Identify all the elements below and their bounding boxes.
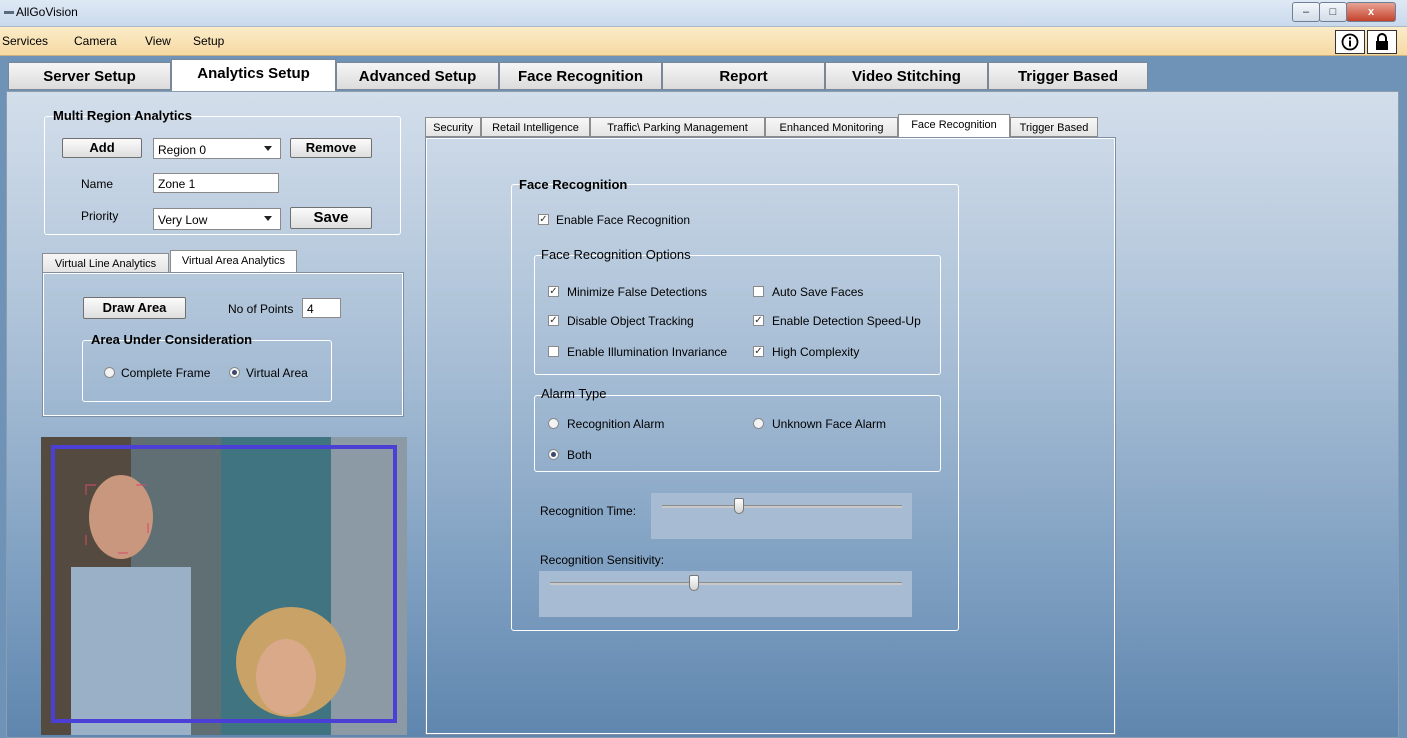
tab-video-stitching[interactable]: Video Stitching bbox=[825, 62, 988, 90]
recognition-sensitivity-track bbox=[550, 582, 902, 585]
recognition-time-track bbox=[662, 505, 902, 508]
tab-analytics-setup[interactable]: Analytics Setup bbox=[171, 59, 336, 91]
menu-camera[interactable]: Camera bbox=[74, 34, 117, 48]
minimize-false-detections-checkbox[interactable]: ✓ bbox=[548, 286, 559, 297]
remove-region-button[interactable]: Remove bbox=[290, 138, 372, 158]
draw-area-button[interactable]: Draw Area bbox=[83, 297, 186, 319]
auto-save-faces-checkbox[interactable] bbox=[753, 286, 764, 297]
illumination-invariance-label: Enable Illumination Invariance bbox=[567, 345, 728, 359]
both-alarm-label: Both bbox=[567, 448, 592, 462]
zone-name-field[interactable]: Zone 1 bbox=[153, 173, 279, 193]
virtual-area-label: Virtual Area bbox=[246, 366, 308, 380]
tab-security[interactable]: Security bbox=[425, 117, 481, 137]
recognition-alarm-radio[interactable] bbox=[548, 418, 559, 429]
window-title: AllGoVision bbox=[16, 5, 78, 19]
face-recognition-title: Face Recognition bbox=[519, 177, 628, 192]
tab-virtual-area-analytics[interactable]: Virtual Area Analytics bbox=[170, 250, 297, 273]
tab-report[interactable]: Report bbox=[662, 62, 825, 90]
tab-enhanced-monitoring[interactable]: Enhanced Monitoring bbox=[765, 117, 898, 137]
recognition-time-label: Recognition Time: bbox=[540, 504, 637, 518]
region-select-value: Region 0 bbox=[158, 143, 207, 157]
recognition-sensitivity-label: Recognition Sensitivity: bbox=[540, 553, 665, 567]
name-label: Name bbox=[81, 177, 114, 191]
priority-select-value: Very Low bbox=[158, 213, 208, 227]
close-button[interactable]: x bbox=[1346, 2, 1396, 22]
unknown-face-alarm-label: Unknown Face Alarm bbox=[772, 417, 887, 431]
recognition-time-thumb[interactable] bbox=[733, 498, 744, 514]
disable-object-tracking-label: Disable Object Tracking bbox=[567, 314, 694, 328]
unknown-face-alarm-radio[interactable] bbox=[753, 418, 764, 429]
region-select[interactable]: Region 0 bbox=[153, 138, 281, 159]
tab-traffic-parking[interactable]: Traffic\ Parking Management bbox=[590, 117, 765, 137]
priority-select[interactable]: Very Low bbox=[153, 208, 281, 230]
complete-frame-radio[interactable] bbox=[104, 367, 115, 378]
area-consideration-title: Area Under Consideration bbox=[91, 332, 253, 347]
alarm-type-group bbox=[534, 395, 941, 472]
detection-speed-up-label: Enable Detection Speed-Up bbox=[772, 314, 921, 328]
tab-face-recognition[interactable]: Face Recognition bbox=[499, 62, 662, 90]
chevron-down-icon bbox=[264, 146, 272, 151]
menu-services[interactable]: Services bbox=[2, 34, 48, 48]
points-label: No of Points bbox=[228, 302, 294, 316]
info-icon[interactable] bbox=[1335, 30, 1365, 54]
recognition-sensitivity-slider[interactable] bbox=[539, 571, 912, 617]
save-region-button[interactable]: Save bbox=[290, 207, 372, 229]
high-complexity-checkbox[interactable]: ✓ bbox=[753, 346, 764, 357]
enable-face-recognition-label: Enable Face Recognition bbox=[556, 213, 691, 227]
tab-server-setup[interactable]: Server Setup bbox=[8, 62, 171, 90]
tab-trigger-based-category[interactable]: Trigger Based bbox=[1010, 117, 1098, 137]
recognition-sensitivity-thumb[interactable] bbox=[689, 575, 700, 591]
points-field[interactable]: 4 bbox=[302, 298, 341, 318]
illumination-invariance-checkbox[interactable] bbox=[548, 346, 559, 357]
lock-icon[interactable] bbox=[1367, 30, 1397, 54]
recognition-options-title: Face Recognition Options bbox=[541, 247, 691, 262]
preview-frame bbox=[41, 437, 407, 735]
menu-bar: Services Camera View Setup bbox=[0, 27, 1407, 56]
tab-advanced-setup[interactable]: Advanced Setup bbox=[336, 62, 499, 90]
tab-virtual-line-analytics[interactable]: Virtual Line Analytics bbox=[42, 253, 169, 273]
virtual-area-radio[interactable] bbox=[229, 367, 240, 378]
tab-retail-intelligence[interactable]: Retail Intelligence bbox=[481, 117, 590, 137]
chevron-down-icon bbox=[264, 216, 272, 221]
recognition-alarm-label: Recognition Alarm bbox=[567, 417, 665, 431]
maximize-button[interactable]: □ bbox=[1319, 2, 1347, 22]
disable-object-tracking-checkbox[interactable]: ✓ bbox=[548, 315, 559, 326]
tab-trigger-based[interactable]: Trigger Based bbox=[988, 62, 1148, 90]
multi-region-title: Multi Region Analytics bbox=[53, 108, 192, 123]
menu-setup[interactable]: Setup bbox=[193, 34, 224, 48]
add-region-button[interactable]: Add bbox=[62, 138, 142, 158]
high-complexity-label: High Complexity bbox=[772, 345, 860, 359]
enable-face-recognition-checkbox[interactable]: ✓ bbox=[538, 214, 549, 225]
complete-frame-label: Complete Frame bbox=[121, 366, 211, 380]
minimize-button[interactable]: – bbox=[1292, 2, 1320, 22]
detection-speed-up-checkbox[interactable]: ✓ bbox=[753, 315, 764, 326]
app-icon bbox=[4, 11, 14, 14]
menu-view[interactable]: View bbox=[145, 34, 171, 48]
both-alarm-radio[interactable] bbox=[548, 449, 559, 460]
title-bar: AllGoVision – □ x bbox=[0, 0, 1407, 27]
minimize-false-detections-label: Minimize False Detections bbox=[567, 285, 708, 299]
alarm-type-title: Alarm Type bbox=[541, 386, 607, 401]
priority-label: Priority bbox=[81, 209, 119, 223]
auto-save-faces-label: Auto Save Faces bbox=[772, 285, 864, 299]
tab-face-recognition-category[interactable]: Face Recognition bbox=[898, 114, 1010, 137]
recognition-time-slider[interactable] bbox=[651, 493, 912, 539]
camera-preview[interactable] bbox=[41, 437, 407, 735]
